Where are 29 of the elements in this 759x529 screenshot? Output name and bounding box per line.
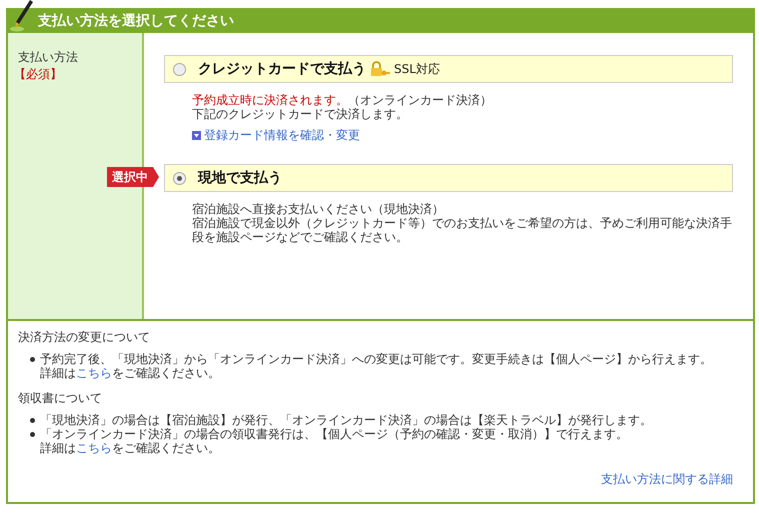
note-heading: 領収書について (18, 390, 103, 407)
description-text: 下記のクレジットカードで決済します。 (192, 107, 409, 121)
pen-icon (10, 0, 34, 33)
note-text: 予約完了後、「現地決済」から「オンラインカード決済」への変更は可能です。変更手続きは【個人ページ】から行えます。 (40, 352, 713, 366)
field-label: 支払い方法 (18, 49, 79, 66)
padlock-icon (370, 61, 390, 77)
required-mark: 【必須】 (14, 66, 63, 83)
radio-button[interactable] (173, 172, 186, 184)
details-link[interactable]: こちら (76, 441, 112, 455)
note-text: 「現地決済」の場合は【宿泊施設】が発行、「オンラインカード決済」の場合は【楽天トラベル】が発行します。 (40, 413, 653, 427)
bullet-icon (30, 357, 35, 362)
description-text: 宿泊施設へ直接お支払いください（現地決済） (192, 202, 445, 216)
notice-text: 予約成立時に決済されます。（オンラインカード決済） (192, 93, 493, 107)
details-link[interactable]: こちら (76, 366, 112, 380)
radio-button[interactable] (173, 62, 186, 76)
ssl-label: SSL対応 (394, 60, 440, 78)
detail-text: 詳細は こちら をご確認ください。 (40, 441, 221, 455)
bullet-icon (30, 432, 35, 437)
detail-text: 詳細は こちら をご確認ください。 (40, 366, 221, 380)
description-text: 宿泊施設で現金以外（クレジットカード等）でのお支払いをご希望の方は、予めご利用可能な決済手段を施設ページなどでご確認ください。 (192, 216, 733, 244)
payment-option[interactable]: クレジットカードで支払う SSL対応 (164, 55, 733, 83)
bullet-icon (30, 418, 35, 423)
section-title: 支払い方法を選択してください (38, 12, 234, 30)
card-info-link[interactable]: 登録カード情報を確認・変更 (204, 127, 360, 144)
payment-details-link[interactable]: 支払い方法に関する詳細 (601, 472, 733, 486)
selected-badge: 選択中 (107, 167, 159, 187)
dropdown-icon (192, 131, 201, 140)
note-text: 「オンラインカード決済」の場合の領収書発行は、【個人ページ（予約の確認・変更・取消）】で行えます。 (40, 427, 629, 441)
note-heading: 決済方法の変更について (18, 329, 151, 346)
